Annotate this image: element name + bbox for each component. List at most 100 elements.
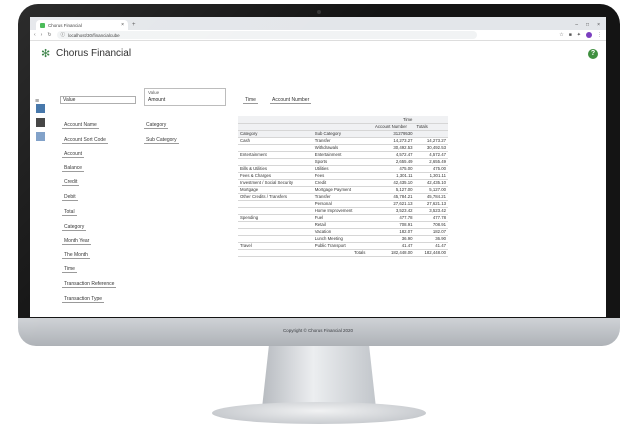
- row-sub-category: Retail: [312, 221, 368, 229]
- row-category: [238, 221, 313, 229]
- field-account-sort-code[interactable]: Account Sort Code: [62, 137, 108, 144]
- logo-icon: ✻: [41, 48, 51, 60]
- reload-icon[interactable]: ↻: [47, 32, 51, 38]
- row-category: [238, 207, 313, 215]
- field-credit[interactable]: Credit: [62, 179, 80, 186]
- row-sub-category: Transfer: [312, 193, 368, 201]
- value-dropdown-label: Value: [148, 90, 160, 95]
- row-value: 2,655.49: [367, 158, 415, 166]
- row-sub-category: Lunch Meeting: [312, 235, 368, 243]
- row-value: 30,492.53: [367, 144, 415, 152]
- minimize-button[interactable]: –: [575, 22, 578, 28]
- row-category: Investment / Social Security: [238, 179, 313, 187]
- forward-icon[interactable]: ›: [41, 32, 43, 38]
- add-icon[interactable]: [36, 104, 45, 113]
- menu-icon[interactable]: ⋮: [597, 32, 602, 38]
- row-total: 42,435.10: [414, 179, 448, 187]
- field-month-year[interactable]: Month Year: [62, 238, 92, 245]
- row-header-category: Category: [238, 130, 313, 138]
- row-value: 182.07: [367, 228, 415, 236]
- row-total: 27,621.13: [414, 200, 448, 208]
- row-value: 4,572.47: [367, 151, 415, 159]
- field-category[interactable]: Category: [144, 122, 169, 129]
- row-category: [238, 235, 313, 243]
- row-total: 5,127.00: [414, 186, 448, 194]
- table-row: Travel Public Transport 41.47 41.47: [238, 242, 448, 250]
- star-icon[interactable]: ☆: [559, 32, 563, 38]
- row-category: Bills & Utilities: [238, 165, 313, 173]
- app-title: Chorus Financial: [56, 48, 132, 59]
- row-total: 475.00: [414, 165, 448, 173]
- browser-tabbar: Chorus Financial × + – □ ×: [30, 17, 606, 30]
- grid-icon[interactable]: [36, 118, 45, 127]
- row-total: 36.90: [414, 235, 448, 243]
- field-the-month[interactable]: The Month: [62, 252, 90, 259]
- row-value: 477.78: [367, 214, 415, 222]
- row-value: 36.90: [367, 235, 415, 243]
- pivot-grid: Time Account Number Totals Category Sub …: [238, 116, 448, 257]
- row-total: 3,523.42: [414, 207, 448, 215]
- tab-close-icon[interactable]: ×: [121, 22, 124, 28]
- field-sub-category[interactable]: Sub Category: [144, 137, 179, 144]
- back-icon[interactable]: ‹: [34, 32, 36, 38]
- value-dropdown[interactable]: Value Amount: [144, 88, 226, 106]
- row-header-sub-category: Sub Category: [312, 130, 368, 138]
- field-debit[interactable]: Debit: [62, 194, 78, 201]
- close-window-button[interactable]: ×: [597, 22, 600, 28]
- row-category: Cash: [238, 137, 313, 145]
- row-sub-category: Transfer: [312, 137, 368, 145]
- field-total[interactable]: Total: [62, 209, 77, 216]
- table-row: Investment / Social Security Credit 42,435…: [238, 179, 448, 187]
- row-value: 14,273.27: [367, 137, 415, 145]
- field-balance[interactable]: Balance: [62, 165, 85, 172]
- monitor-mockup: Chorus Financial × + – □ × ‹ › ↻ ⓘ local…: [0, 0, 636, 434]
- new-tab-button[interactable]: +: [132, 20, 136, 30]
- row-sub-category: Withdrawals: [312, 144, 368, 152]
- chart-icon[interactable]: [36, 132, 45, 141]
- extension-icon[interactable]: ■: [569, 32, 572, 38]
- field-transaction-reference[interactable]: Transaction Reference: [62, 281, 117, 288]
- pivot-chip-account-number[interactable]: Account Number: [270, 97, 312, 104]
- profile-avatar[interactable]: [586, 32, 592, 38]
- field-time[interactable]: Time: [62, 266, 77, 273]
- row-category: Spending: [238, 214, 313, 222]
- row-sub-category: Vacation: [312, 228, 368, 236]
- header-account-number: Account Number: [367, 123, 415, 131]
- row-sub-category: Home Improvement: [312, 207, 368, 215]
- row-category: Other Credits / Transfers: [238, 193, 313, 201]
- field-transaction-type[interactable]: Transaction Type: [62, 296, 105, 303]
- pivot-chip-time[interactable]: Time: [243, 97, 258, 104]
- field-search-input[interactable]: Value: [60, 96, 136, 104]
- puzzle-icon[interactable]: ✦: [577, 32, 581, 38]
- row-sub-category: Credit: [312, 179, 368, 187]
- row-category: [238, 228, 313, 236]
- field-account-name[interactable]: Account Name: [62, 122, 99, 129]
- table-row: Vacation 182.07 182.07: [238, 228, 448, 236]
- row-total: 30,492.53: [414, 144, 448, 152]
- pivot-table: Time Account Number Totals Category Sub …: [238, 116, 448, 257]
- table-row: Personal 27,621.13 27,621.13: [238, 200, 448, 208]
- address-bar[interactable]: ⓘ localhost/30/financialcube: [56, 31, 477, 39]
- table-row: Home Improvement 3,523.42 3,523.42: [238, 207, 448, 215]
- row-category: [238, 200, 313, 208]
- header-totals: Totals: [414, 123, 448, 131]
- field-category-group[interactable]: Category: [62, 224, 87, 231]
- info-icon: ⓘ: [60, 32, 66, 37]
- help-icon[interactable]: ?: [588, 49, 598, 59]
- maximize-button[interactable]: □: [586, 22, 589, 28]
- row-category: [238, 144, 313, 152]
- window-controls: – □ ×: [569, 22, 606, 30]
- corner-cell: [238, 123, 368, 131]
- row-value: 45,784.21: [367, 193, 415, 201]
- row-value: 42,435.10: [367, 179, 415, 187]
- row-total: 41.47: [414, 242, 448, 250]
- row-category: Travel: [238, 242, 313, 250]
- field-account[interactable]: Account: [62, 151, 85, 158]
- browser-tab[interactable]: Chorus Financial ×: [36, 20, 128, 30]
- row-sub-category: Utilities: [312, 165, 368, 173]
- row-value: 27,621.13: [367, 200, 415, 208]
- row-total: 14,273.27: [414, 137, 448, 145]
- row-value: 3,523.42: [367, 207, 415, 215]
- monitor-base: [212, 402, 426, 424]
- row-total: 45,784.21: [414, 193, 448, 201]
